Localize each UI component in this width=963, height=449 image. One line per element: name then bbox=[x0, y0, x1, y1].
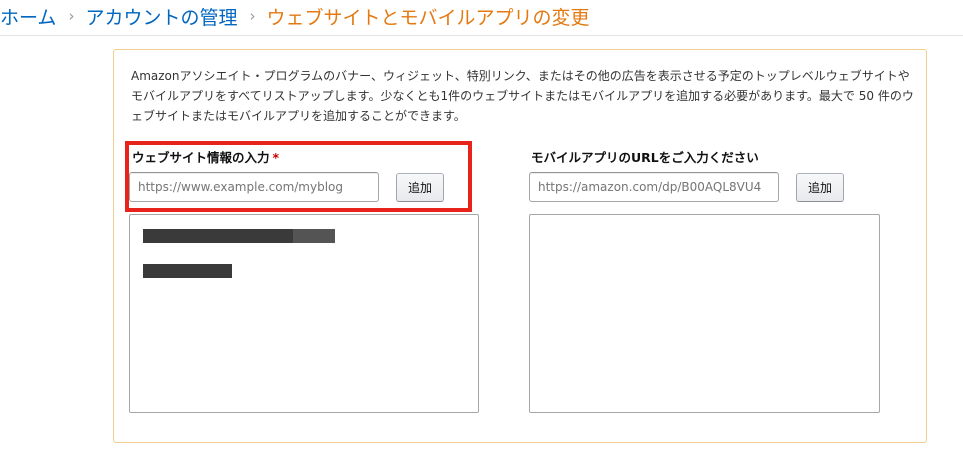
mobile-label-text: モバイルアプリのURLをご入力ください bbox=[531, 150, 759, 165]
breadcrumb-account-link[interactable]: アカウントの管理 bbox=[85, 3, 237, 30]
redacted-website-entry bbox=[143, 229, 293, 243]
redacted-website-entry-tail bbox=[293, 229, 335, 243]
website-input-highlight bbox=[125, 141, 472, 212]
breadcrumb-separator: › bbox=[68, 7, 75, 25]
mobile-label: モバイルアプリのURLをご入力ください bbox=[531, 147, 759, 166]
breadcrumb-home-link[interactable]: ホーム bbox=[0, 3, 56, 30]
mobile-url-input[interactable] bbox=[529, 172, 779, 202]
page: ホーム › アカウントの管理 › ウェブサイトとモバイルアプリの変更 Amazo… bbox=[0, 0, 963, 449]
breadcrumb: ホーム › アカウントの管理 › ウェブサイトとモバイルアプリの変更 bbox=[0, 0, 589, 32]
add-mobile-button[interactable]: 追加 bbox=[796, 173, 844, 202]
breadcrumb-current-page: ウェブサイトとモバイルアプリの変更 bbox=[266, 6, 590, 29]
mobile-list[interactable] bbox=[529, 214, 880, 413]
intro-text: Amazonアソシエイト・プログラムのバナー、ウィジェット、特別リンク、またはそ… bbox=[131, 69, 914, 123]
website-list[interactable] bbox=[129, 214, 479, 413]
header-divider bbox=[0, 35, 963, 36]
breadcrumb-separator: › bbox=[249, 7, 256, 25]
redacted-website-entry bbox=[143, 264, 232, 278]
